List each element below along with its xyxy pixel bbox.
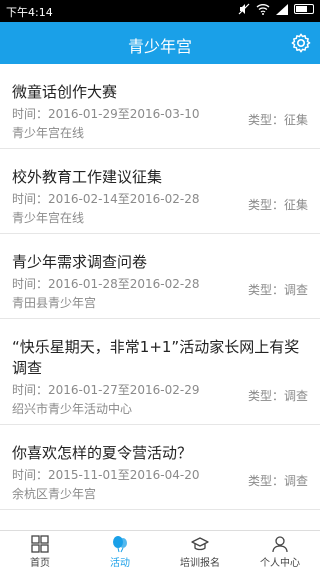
page-title: 青少年宫 (127, 37, 192, 56)
item-type: 类型：征集 (247, 113, 308, 127)
list-item[interactable]: “绿色畅想&#8226;展翅翱翔”环保花盆创 (0, 510, 320, 530)
balloon-icon (113, 536, 127, 553)
item-title: 微童话创作大赛 (12, 83, 118, 101)
tab-label: 活动 (110, 558, 130, 569)
graduation-cap-icon (191, 537, 209, 551)
item-type: 类型：征集 (247, 198, 308, 212)
list-item[interactable]: 青少年需求调查问卷 时间：2016-01-28至2016-02-28 青田县青少… (0, 234, 320, 319)
tab-training-signup[interactable]: 培训报名 (160, 531, 240, 569)
list-item[interactable]: 校外教育工作建议征集 时间：2016-02-14至2016-02-28 青少年宫… (0, 149, 320, 234)
status-icons (238, 3, 314, 15)
status-time: 下午4:14 (6, 6, 53, 19)
item-type: 类型：调查 (247, 283, 308, 297)
gear-icon[interactable] (290, 32, 312, 54)
grid-icon (31, 535, 49, 553)
tab-profile[interactable]: 个人中心 (240, 531, 320, 569)
tab-label: 培训报名 (180, 558, 220, 569)
list-item[interactable]: 微童话创作大赛 时间：2016-01-29至2016-03-10 青少年宫在线 … (0, 64, 320, 149)
mute-icon (238, 3, 250, 15)
tab-label: 首页 (30, 558, 50, 569)
bottom-tab-bar: 首页 活动 培训报名 个人中心 (0, 530, 320, 569)
wifi-icon (256, 4, 270, 15)
app-bar: 青少年宫 (0, 22, 320, 64)
tab-activity[interactable]: 活动 (80, 531, 160, 569)
activity-list: 微童话创作大赛 时间：2016-01-29至2016-03-10 青少年宫在线 … (0, 64, 320, 530)
list-item[interactable]: “快乐星期天，非常1+1”活动家长网上有奖调查 时间：2016-01-27至20… (0, 319, 320, 425)
status-bar: 下午4:14 (0, 0, 320, 22)
item-type: 类型：调查 (247, 474, 308, 488)
item-type: 类型：调查 (247, 389, 308, 403)
item-title: “快乐星期天，非常1+1”活动家长网上有奖调查 (12, 338, 300, 377)
list-item[interactable]: 你喜欢怎样的夏令营活动？ 时间：2015-11-01至2016-04-20 余杭… (0, 425, 320, 510)
battery-icon (294, 4, 314, 14)
signal-icon (276, 3, 288, 15)
item-title: 校外教育工作建议征集 (12, 168, 163, 186)
item-title: 你喜欢怎样的夏令营活动？ (12, 444, 193, 462)
tab-home[interactable]: 首页 (0, 531, 80, 569)
item-title: 青少年需求调查问卷 (12, 253, 148, 271)
person-icon (272, 536, 288, 553)
item-title: “绿色畅想&#8226;展翅翱翔”环保花盆创 (12, 510, 308, 530)
tab-label: 个人中心 (260, 558, 300, 569)
